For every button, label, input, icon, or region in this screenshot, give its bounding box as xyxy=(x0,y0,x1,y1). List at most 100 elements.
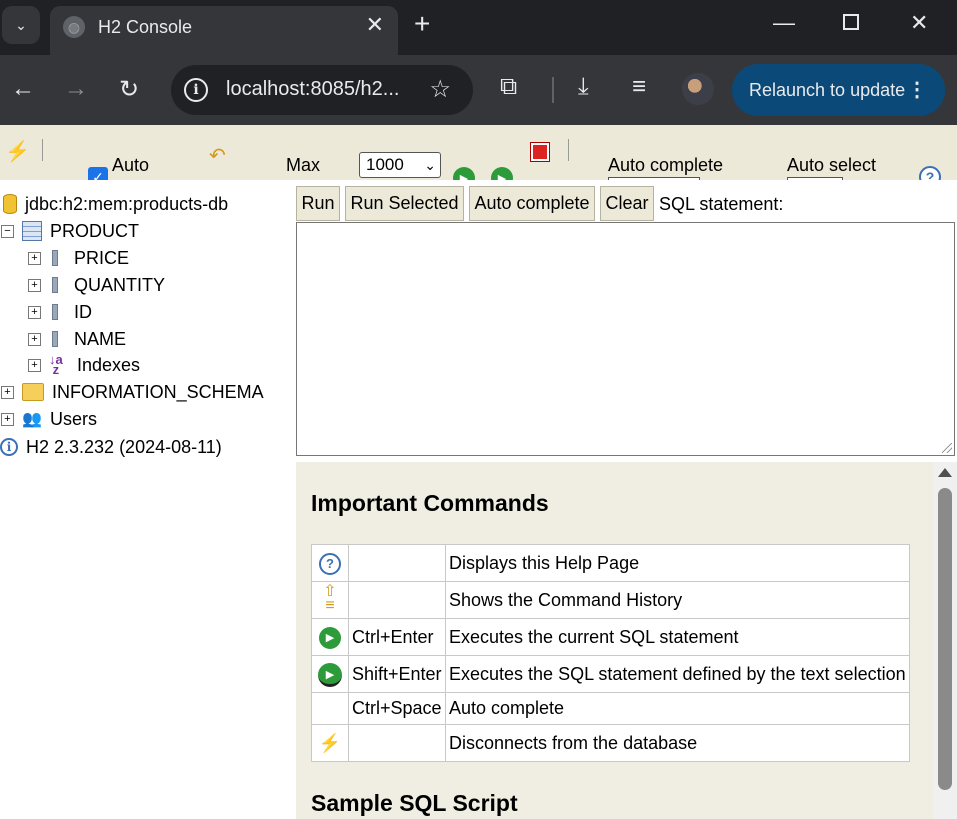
expand-icon[interactable]: + xyxy=(28,332,41,346)
indexes-label: Indexes xyxy=(77,354,141,375)
tree-table-product[interactable]: − PRODUCT xyxy=(1,219,139,243)
database-icon xyxy=(3,194,17,214)
media-control-icon[interactable]: ≡ xyxy=(632,73,646,101)
column-label: ID xyxy=(74,301,92,322)
site-info-icon[interactable]: i xyxy=(184,78,208,102)
sql-statement-label: SQL statement: xyxy=(659,194,784,214)
tree-users[interactable]: + 👥 Users xyxy=(1,407,97,431)
sample-sql-heading: Sample SQL Script xyxy=(311,790,518,816)
auto-complete-button[interactable]: Auto complete xyxy=(469,186,595,221)
command-key xyxy=(348,724,446,762)
sql-input[interactable] xyxy=(296,222,955,456)
expand-icon[interactable]: + xyxy=(28,278,41,292)
tree-connection[interactable]: jdbc:h2:mem:products-db xyxy=(3,192,228,216)
expand-icon[interactable]: + xyxy=(1,385,14,399)
table-icon xyxy=(22,221,42,241)
toolbar-separator xyxy=(42,139,43,161)
globe-icon: ◍ xyxy=(63,16,85,38)
browser-tab[interactable]: ◍ H2 Console ✕ xyxy=(50,6,398,55)
important-commands-heading: Important Commands xyxy=(311,490,549,516)
auto-select-label: Auto select xyxy=(787,155,877,175)
help-panel: Important Commands ? Displays this Help … xyxy=(296,462,933,819)
column-label: QUANTITY xyxy=(74,274,166,295)
minimize-icon[interactable]: — xyxy=(773,10,795,36)
folder-icon xyxy=(22,383,44,401)
resize-handle-icon[interactable] xyxy=(942,443,952,453)
auto-commit-label: Auto xyxy=(112,155,150,175)
help-scrollbar[interactable] xyxy=(933,462,957,819)
extensions-icon[interactable]: ⧉ xyxy=(500,73,517,101)
window-close-icon[interactable]: ✕ xyxy=(910,10,928,36)
history-icon[interactable]: ⇧ ≡ xyxy=(323,584,336,614)
commands-table: ? Displays this Help Page ⇧ ≡ Shows the C… xyxy=(311,544,910,762)
max-rows-select[interactable]: 1000 ⌄ xyxy=(359,152,441,178)
tree-indexes[interactable]: + ↓a z Indexes xyxy=(28,353,140,377)
tree-column[interactable]: + QUANTITY xyxy=(28,273,165,297)
reload-icon[interactable]: ↻ xyxy=(119,75,139,104)
relaunch-button[interactable]: Relaunch to update ⋮ xyxy=(732,64,945,116)
table-row: ⚡ Disconnects from the database xyxy=(311,724,910,762)
bookmark-star-icon[interactable]: ☆ xyxy=(429,75,451,104)
table-row: ⇧ ≡ Shows the Command History xyxy=(311,581,910,619)
expand-icon[interactable]: + xyxy=(28,305,41,319)
run-icon[interactable]: ▶ xyxy=(319,627,341,649)
collapse-icon[interactable]: − xyxy=(1,224,14,238)
column-icon xyxy=(52,250,58,266)
tree-column[interactable]: + PRICE xyxy=(28,246,129,270)
auto-commit-checkbox[interactable]: ✓ xyxy=(88,167,108,180)
command-desc: Auto complete xyxy=(445,692,910,725)
browser-tabstrip: ⌄ ◍ H2 Console ✕ + — ✕ xyxy=(0,0,957,55)
tab-title: H2 Console xyxy=(98,17,193,37)
column-icon xyxy=(52,331,58,347)
tab-close-icon[interactable]: ✕ xyxy=(366,12,384,38)
run-selected-icon[interactable]: ▶ xyxy=(491,167,513,180)
help-icon[interactable]: ? xyxy=(319,552,341,575)
disconnect-icon[interactable]: ⚡ xyxy=(5,139,30,164)
users-label: Users xyxy=(50,408,98,429)
command-desc: Shows the Command History xyxy=(445,581,910,619)
rollback-icon[interactable]: ↶ xyxy=(209,143,226,168)
more-options-icon[interactable]: ⋮ xyxy=(907,64,927,116)
column-icon xyxy=(52,304,58,320)
clear-button[interactable]: Clear xyxy=(600,186,654,221)
scroll-up-arrow-icon[interactable] xyxy=(938,468,952,477)
command-key: Ctrl+Space xyxy=(348,692,446,725)
tree-column[interactable]: + ID xyxy=(28,300,92,324)
download-icon[interactable]: ⤓ xyxy=(578,73,589,101)
run-icon[interactable]: ▶ xyxy=(453,167,475,180)
run-selected-button[interactable]: Run Selected xyxy=(345,186,464,221)
stop-icon[interactable] xyxy=(530,142,550,162)
relaunch-label: Relaunch to update xyxy=(749,80,906,100)
h2-toolbar: ⚡ ✓ Auto ↶ Max 1000 ⌄ ▶ ▶ Auto complete … xyxy=(0,125,957,180)
column-label: PRICE xyxy=(74,247,130,268)
command-desc: Executes the current SQL statement xyxy=(445,618,910,656)
tree-schema[interactable]: + INFORMATION_SCHEMA xyxy=(1,380,264,404)
users-icon: 👥 xyxy=(22,411,42,428)
table-row: ? Displays this Help Page xyxy=(311,544,910,582)
toolbar-divider xyxy=(552,77,554,103)
forward-arrow-icon[interactable]: → xyxy=(64,75,88,103)
table-row: Ctrl+Space Auto complete xyxy=(311,692,910,725)
help-icon[interactable]: ? xyxy=(919,166,941,180)
address-bar[interactable]: i localhost:8085/h2... ☆ xyxy=(171,65,473,115)
browser-toolbar: ← → ↻ i localhost:8085/h2... ☆ ⧉ ⤓ ≡ Rel… xyxy=(0,55,957,125)
maximize-icon[interactable] xyxy=(843,14,859,30)
table-row: ▶ Shift+Enter Executes the SQL statement… xyxy=(311,655,910,693)
back-arrow-icon[interactable]: ← xyxy=(11,75,35,103)
tab-search-chevron-icon[interactable]: ⌄ xyxy=(2,6,40,44)
expand-icon[interactable]: + xyxy=(1,412,14,426)
url-text[interactable]: localhost:8085/h2... xyxy=(226,78,399,101)
schema-label: INFORMATION_SCHEMA xyxy=(52,381,264,402)
disconnect-icon[interactable]: ⚡ xyxy=(319,733,341,754)
run-button[interactable]: Run xyxy=(296,186,340,221)
toolbar-separator xyxy=(568,139,569,161)
command-key xyxy=(348,544,446,582)
run-selected-icon[interactable]: ▶ xyxy=(318,662,342,687)
tree-column[interactable]: + NAME xyxy=(28,327,126,351)
profile-avatar[interactable] xyxy=(682,73,714,105)
expand-icon[interactable]: + xyxy=(28,251,41,265)
new-tab-icon[interactable]: + xyxy=(414,8,430,40)
scrollbar-thumb[interactable] xyxy=(938,488,952,790)
expand-icon[interactable]: + xyxy=(28,358,41,372)
version-label: H2 2.3.232 (2024-08-11) xyxy=(26,436,222,457)
